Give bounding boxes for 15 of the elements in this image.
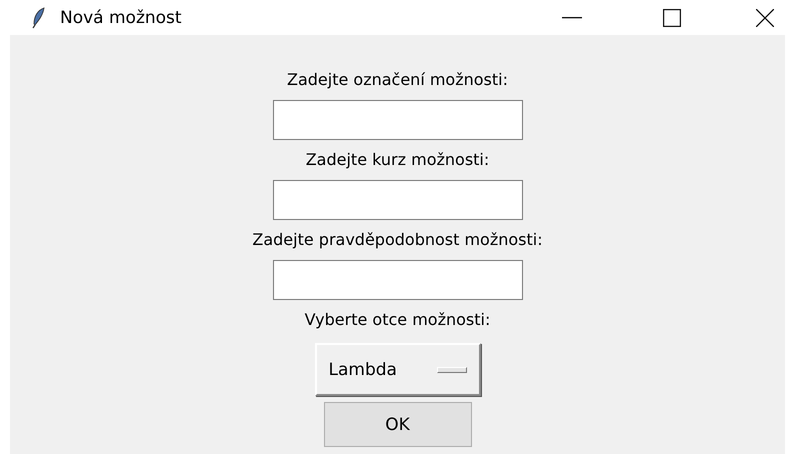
minimize-icon[interactable] <box>562 16 582 18</box>
input-field[interactable] <box>272 180 522 220</box>
dropdown[interactable]: Lambda <box>314 343 480 396</box>
field-label: Zadejte pravděpodobnost možnosti: <box>252 229 543 251</box>
close-icon[interactable] <box>756 8 774 26</box>
field-label: Zadejte označení možnosti: <box>286 69 508 91</box>
ok-button[interactable]: OK <box>324 402 472 447</box>
maximize-icon[interactable] <box>663 8 681 26</box>
dropdown-indicator-icon <box>436 366 466 372</box>
input-field[interactable] <box>272 260 522 300</box>
input-field[interactable] <box>272 100 522 140</box>
field-label: Zadejte kurz možnosti: <box>306 149 490 171</box>
field-label: Vyberte otce možnosti: <box>304 309 490 331</box>
feather-icon <box>32 6 46 28</box>
window-title: Nová možnost <box>60 8 182 28</box>
